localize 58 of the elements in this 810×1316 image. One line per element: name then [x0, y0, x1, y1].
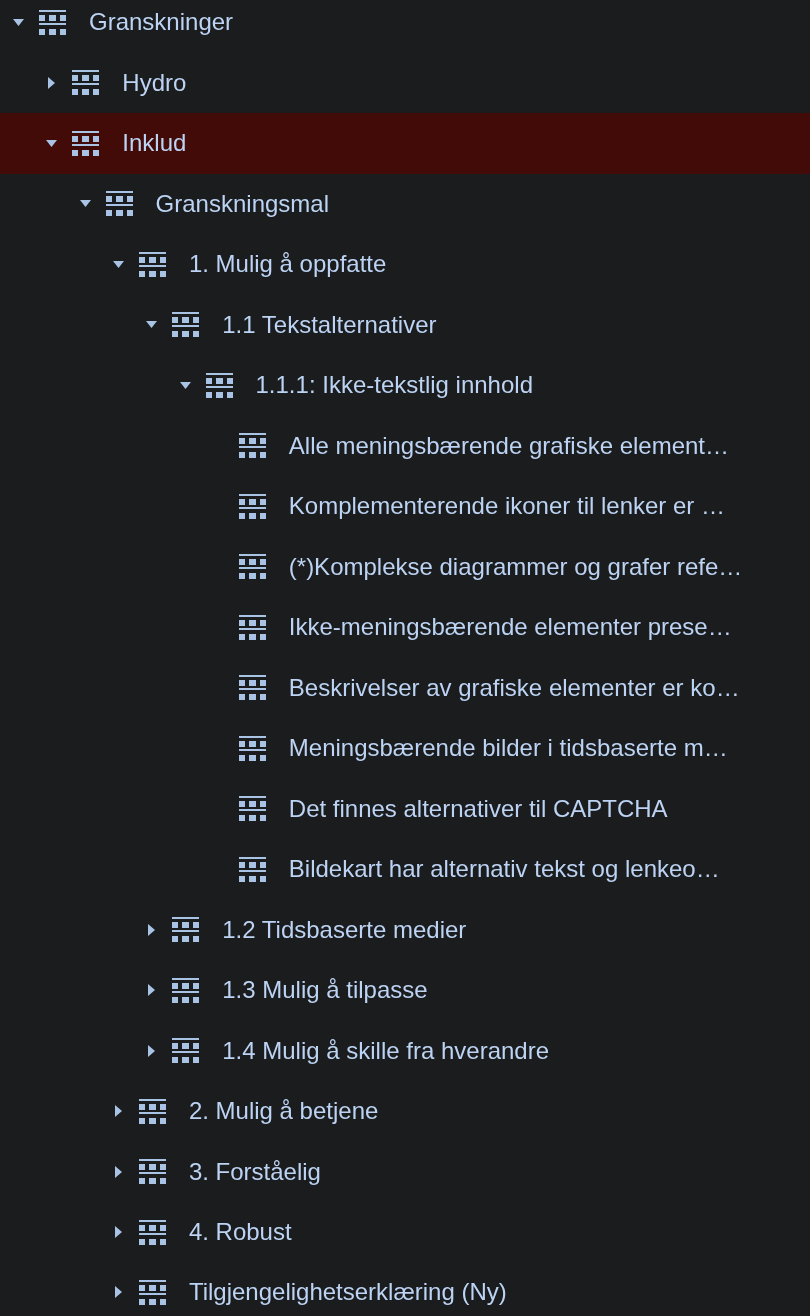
table-icon	[72, 130, 100, 156]
tree-item[interactable]: 1.3 Mulig å tilpasse	[0, 960, 810, 1021]
tree-item[interactable]: Hydro	[0, 52, 810, 113]
caret-icon[interactable]	[179, 381, 191, 389]
caret-icon[interactable]	[46, 139, 58, 147]
table-icon	[138, 1159, 166, 1185]
caret-icon[interactable]	[146, 321, 158, 329]
tree-item[interactable]: Granskningsmal	[0, 173, 810, 234]
caret-icon[interactable]	[48, 76, 56, 89]
tree-item[interactable]: Beskrivelser av grafiske elementer er ko…	[0, 657, 810, 718]
tree-item[interactable]: 3. Forståelig	[0, 1141, 810, 1202]
tree-item[interactable]: Meningsbærende bilder i tidsbaserte m…	[0, 718, 810, 779]
tree-item[interactable]: 4. Robust	[0, 1202, 810, 1263]
caret-icon[interactable]	[148, 923, 156, 936]
table-icon	[39, 9, 66, 35]
tree-item[interactable]: Alle meningsbærende grafiske element…	[0, 415, 810, 476]
tree-item[interactable]: Inklud	[0, 113, 810, 174]
caret-icon[interactable]	[13, 18, 24, 26]
table-icon	[238, 675, 266, 701]
tree-item[interactable]: Bildekart har alternativ tekst og lenkeo…	[0, 839, 810, 900]
table-icon	[238, 433, 266, 459]
caret-icon[interactable]	[114, 1165, 122, 1178]
tree-item[interactable]: (*)Komplekse diagrammer og grafer refe…	[0, 536, 810, 597]
table-icon	[138, 1279, 166, 1305]
table-icon	[238, 614, 266, 640]
caret-icon[interactable]	[79, 200, 91, 208]
table-icon	[238, 796, 266, 822]
tree-item[interactable]: 1.1 Tekstalternativer	[0, 294, 810, 355]
table-icon	[238, 493, 266, 519]
caret-icon[interactable]	[114, 1286, 122, 1299]
table-icon	[172, 917, 200, 943]
table-icon	[238, 856, 266, 882]
tree-item[interactable]: Ikke-meningsbærende elementer prese…	[0, 597, 810, 658]
tree-item[interactable]: Tilgjengelighetserklæring (Ny)	[0, 1262, 810, 1316]
table-icon	[238, 735, 266, 761]
table-icon	[138, 1219, 166, 1245]
tree-item[interactable]: Det finnes alternativer til CAPTCHA	[0, 778, 810, 839]
caret-icon[interactable]	[148, 1044, 156, 1057]
table-icon	[238, 554, 266, 580]
caret-icon[interactable]	[114, 1105, 122, 1118]
caret-icon[interactable]	[148, 984, 156, 997]
table-icon	[138, 1098, 166, 1124]
tree-item[interactable]: 2. Mulig å betjene	[0, 1081, 810, 1142]
tree-item[interactable]: Granskninger	[0, 0, 810, 53]
table-icon	[105, 191, 133, 217]
tree-item[interactable]: 1.2 Tidsbaserte medier	[0, 899, 810, 960]
table-icon	[172, 1038, 200, 1064]
caret-icon[interactable]	[114, 1226, 122, 1239]
tree-item[interactable]: 1. Mulig å oppfatte	[0, 234, 810, 295]
table-icon	[205, 372, 233, 398]
table-icon	[172, 977, 200, 1003]
table-icon	[172, 312, 200, 338]
tree-item[interactable]: 1.1.1: Ikke-tekstlig innhold	[0, 355, 810, 416]
table-icon	[138, 251, 166, 277]
caret-icon[interactable]	[112, 260, 124, 268]
tree-item[interactable]: 1.4 Mulig å skille fra hverandre	[0, 1020, 810, 1081]
tree-item[interactable]: Komplementerende ikoner til lenker er …	[0, 476, 810, 537]
table-icon	[72, 70, 100, 96]
